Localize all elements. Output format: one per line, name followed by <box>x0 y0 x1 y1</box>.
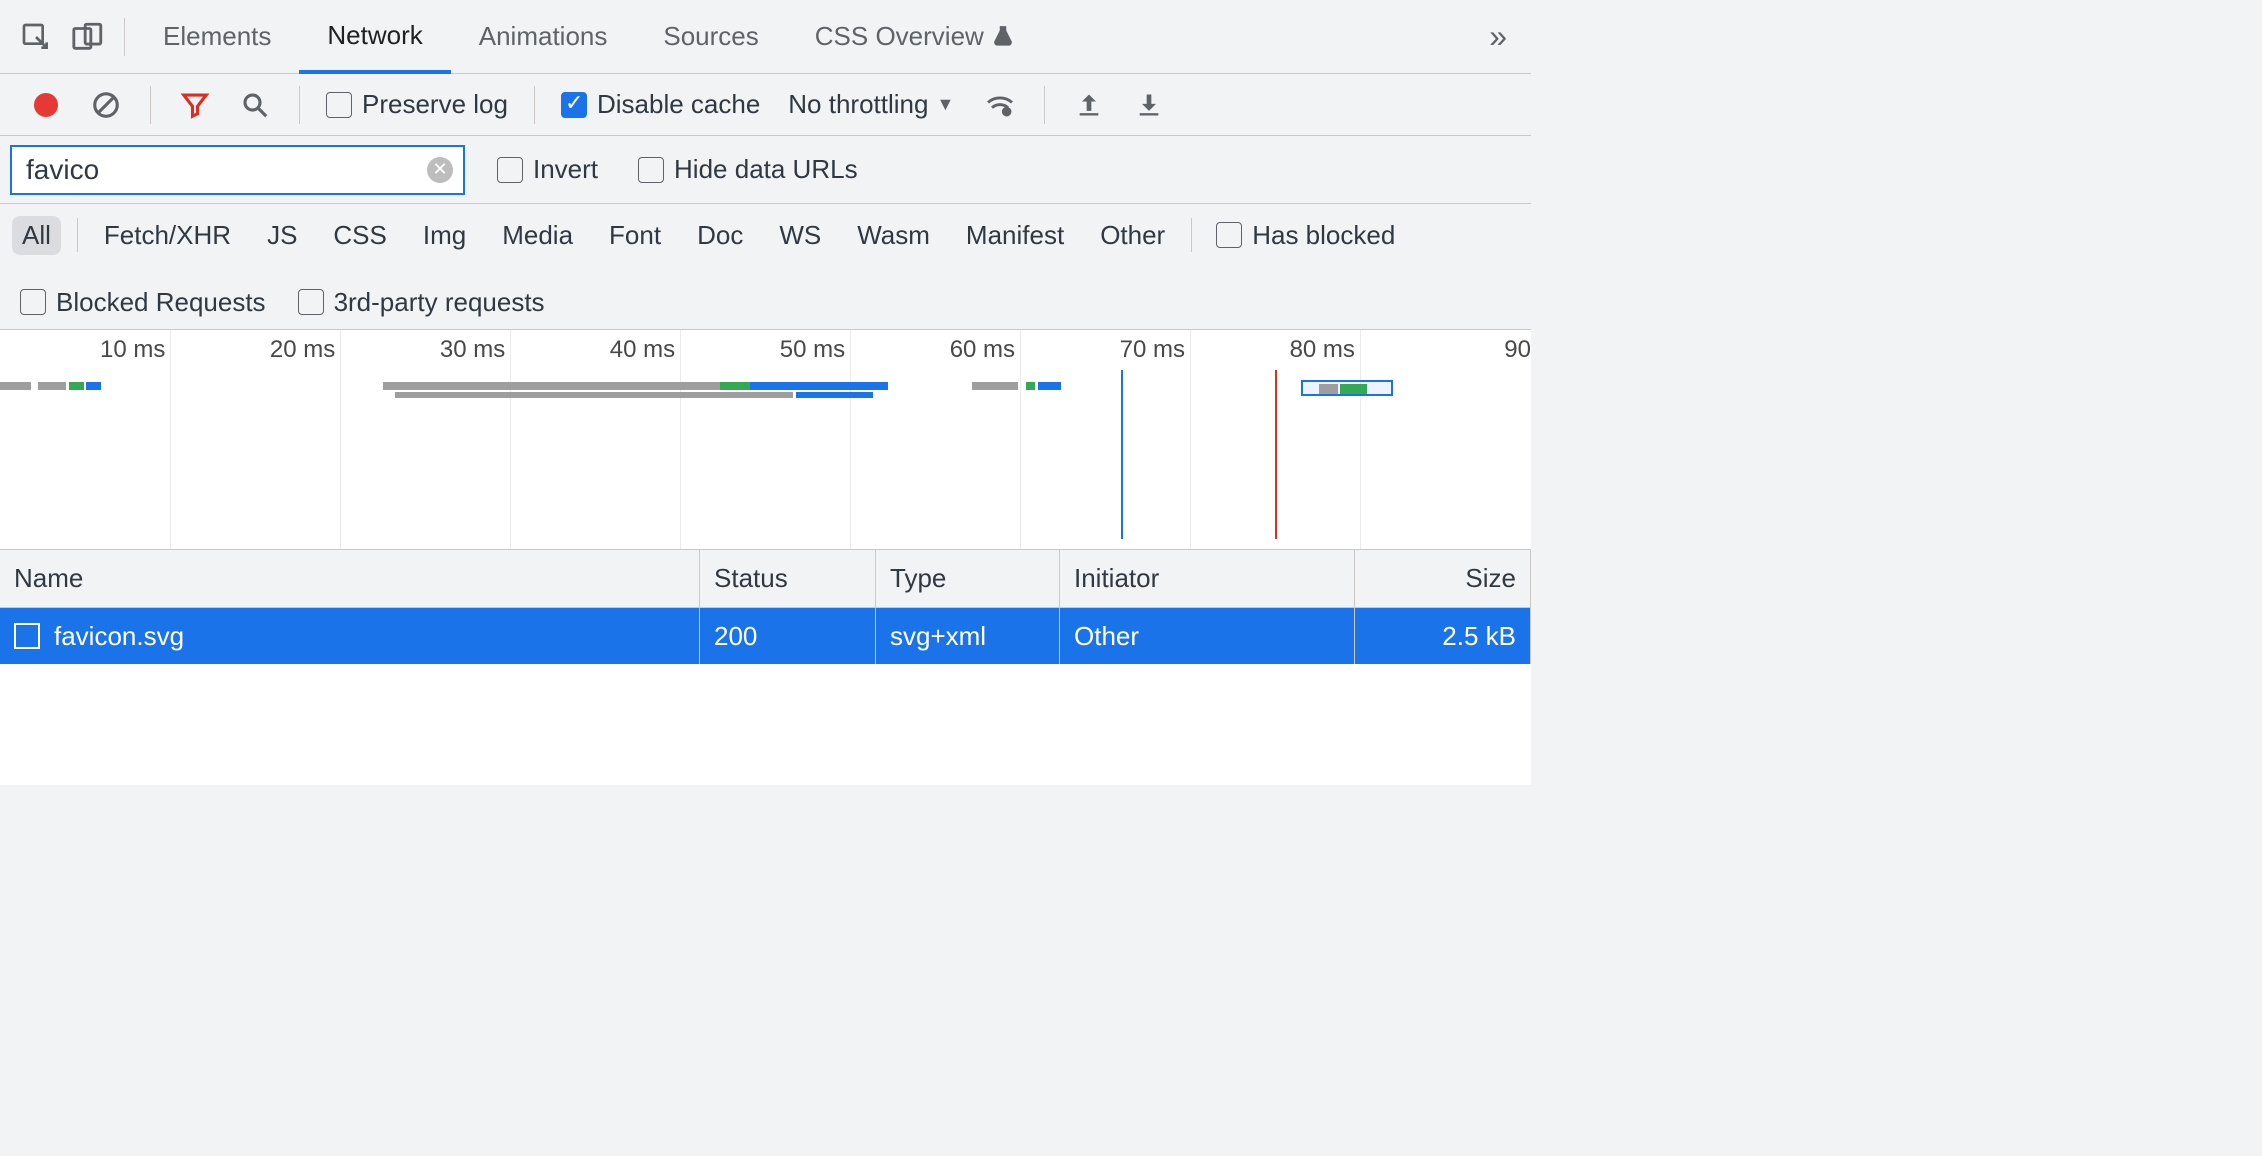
cell-size: 2.5 kB <box>1442 621 1516 652</box>
tab-label: Elements <box>163 21 271 52</box>
cell-initiator: Other <box>1074 621 1139 652</box>
filter-input[interactable] <box>12 154 427 186</box>
timeline-tick: 70 ms <box>1120 336 1185 364</box>
tab-elements[interactable]: Elements <box>135 0 299 74</box>
table-row[interactable]: favicon.svg 200 svg+xml Other 2.5 kB <box>0 608 1531 664</box>
tab-animations[interactable]: Animations <box>451 0 636 74</box>
checkbox-icon <box>497 157 523 183</box>
timeline-selection[interactable] <box>1301 380 1393 396</box>
record-button[interactable] <box>20 93 72 117</box>
col-header-name[interactable]: Name <box>0 550 700 607</box>
upload-har-icon[interactable] <box>1063 91 1115 119</box>
type-css[interactable]: CSS <box>323 216 396 255</box>
type-ws[interactable]: WS <box>769 216 831 255</box>
clear-button[interactable] <box>80 90 132 120</box>
preserve-log-checkbox[interactable]: Preserve log <box>318 89 516 120</box>
cell-name: favicon.svg <box>54 621 184 652</box>
flask-icon <box>990 24 1016 50</box>
cell-status: 200 <box>714 621 757 652</box>
type-js[interactable]: JS <box>257 216 307 255</box>
type-manifest[interactable]: Manifest <box>956 216 1074 255</box>
type-doc[interactable]: Doc <box>687 216 753 255</box>
disable-cache-checkbox[interactable]: Disable cache <box>553 89 768 120</box>
throttling-value: No throttling <box>788 89 928 120</box>
chevron-down-icon: ▼ <box>936 94 954 115</box>
clear-filter-icon[interactable]: ✕ <box>427 157 453 183</box>
timeline-tick: 50 ms <box>780 336 845 364</box>
checkbox-label: Blocked Requests <box>56 287 266 318</box>
checkbox-label: Disable cache <box>597 89 760 120</box>
file-icon <box>14 623 40 649</box>
has-blocked-checkbox[interactable]: Has blocked <box>1208 220 1403 251</box>
tab-label: Animations <box>479 21 608 52</box>
timeline-tick: 60 ms <box>950 336 1015 364</box>
checkbox-label: Has blocked <box>1252 220 1395 251</box>
tab-label: Network <box>327 20 422 51</box>
filter-input-wrapper: ✕ <box>10 145 465 195</box>
col-header-type[interactable]: Type <box>876 550 1060 607</box>
blocked-requests-checkbox[interactable]: Blocked Requests <box>12 287 274 318</box>
tab-network[interactable]: Network <box>299 0 450 74</box>
tab-css-overview[interactable]: CSS Overview <box>787 0 1044 74</box>
checkbox-label: Hide data URLs <box>674 154 858 185</box>
timeline-tick: 40 ms <box>610 336 675 364</box>
checkbox-icon <box>638 157 664 183</box>
timeline-overview[interactable]: 10 ms 20 ms 30 ms 40 ms 50 ms 60 ms 70 m… <box>0 330 1531 550</box>
checkbox-icon <box>1216 222 1242 248</box>
timeline-load-marker <box>1275 370 1277 539</box>
more-tabs-icon[interactable]: » <box>1489 18 1507 55</box>
download-har-icon[interactable] <box>1123 91 1175 119</box>
checkbox-icon <box>298 289 324 315</box>
checkbox-label: Preserve log <box>362 89 508 120</box>
checkbox-icon <box>326 92 352 118</box>
invert-checkbox[interactable]: Invert <box>489 154 606 185</box>
inspect-icon[interactable] <box>10 21 62 53</box>
cell-type: svg+xml <box>890 621 986 652</box>
timeline-tick: 10 ms <box>100 336 165 364</box>
type-fetch-xhr[interactable]: Fetch/XHR <box>94 216 241 255</box>
devtools-tabbar: Elements Network Animations Sources CSS … <box>0 0 1531 74</box>
request-type-filter: All Fetch/XHR JS CSS Img Media Font Doc … <box>0 204 1531 330</box>
tab-label: Sources <box>663 21 758 52</box>
checkbox-label: Invert <box>533 154 598 185</box>
timeline-tick: 80 ms <box>1290 336 1355 364</box>
checkbox-icon <box>561 92 587 118</box>
network-conditions-icon[interactable] <box>974 89 1026 121</box>
timeline-tick: 20 ms <box>270 336 335 364</box>
filter-bar: ✕ Invert Hide data URLs <box>0 136 1531 204</box>
third-party-checkbox[interactable]: 3rd-party requests <box>290 287 553 318</box>
type-media[interactable]: Media <box>492 216 583 255</box>
type-img[interactable]: Img <box>413 216 476 255</box>
hide-data-urls-checkbox[interactable]: Hide data URLs <box>630 154 866 185</box>
timeline-tick: 90 <box>1504 336 1531 364</box>
device-toggle-icon[interactable] <box>62 20 114 54</box>
tab-label: CSS Overview <box>815 21 984 52</box>
type-other[interactable]: Other <box>1090 216 1175 255</box>
search-icon[interactable] <box>229 90 281 120</box>
col-header-initiator[interactable]: Initiator <box>1060 550 1355 607</box>
col-header-size[interactable]: Size <box>1355 550 1531 607</box>
throttling-select[interactable]: No throttling ▼ <box>776 89 966 120</box>
type-font[interactable]: Font <box>599 216 671 255</box>
timeline-domcontentloaded-marker <box>1121 370 1123 539</box>
col-header-status[interactable]: Status <box>700 550 876 607</box>
checkbox-label: 3rd-party requests <box>334 287 545 318</box>
type-wasm[interactable]: Wasm <box>847 216 940 255</box>
requests-table: Name Status Type Initiator Size favicon.… <box>0 550 1531 785</box>
filter-toggle-icon[interactable] <box>169 90 221 120</box>
type-all[interactable]: All <box>12 216 61 255</box>
tab-sources[interactable]: Sources <box>635 0 786 74</box>
timeline-tick: 30 ms <box>440 336 505 364</box>
network-toolbar: Preserve log Disable cache No throttling… <box>0 74 1531 136</box>
checkbox-icon <box>20 289 46 315</box>
